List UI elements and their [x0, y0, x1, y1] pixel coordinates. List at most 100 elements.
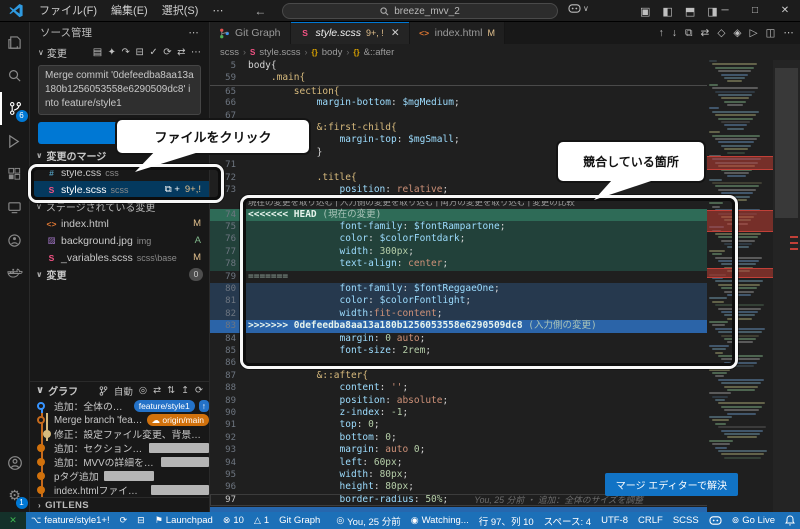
- menu-item-2[interactable]: 選択(S): [155, 0, 206, 22]
- breadcrumb-item[interactable]: &::after: [364, 47, 395, 58]
- statusbar-item-CRLF[interactable]: CRLF: [633, 512, 668, 529]
- statusbar-item-layers[interactable]: ⊟: [132, 512, 150, 529]
- branch-pill[interactable]: feature/style1: [133, 400, 195, 412]
- open-changes-icon[interactable]: ⧉: [685, 27, 693, 40]
- file-row-style.css[interactable]: # style.css css: [30, 164, 209, 181]
- minimap[interactable]: [707, 60, 773, 512]
- tab-Git Graph[interactable]: Git Graph: [210, 22, 291, 44]
- file-row-_variables.scss[interactable]: S _variables.scss scss\base M: [30, 249, 209, 266]
- statusbar-item-copilot[interactable]: [704, 512, 727, 529]
- commit-check-icon[interactable]: ✓: [149, 47, 157, 58]
- close-button[interactable]: ✕: [770, 0, 800, 22]
- side-diff-icon[interactable]: ◈: [733, 27, 741, 39]
- sparkle-icon[interactable]: ✦: [108, 47, 116, 58]
- swap-icon[interactable]: ⇅: [167, 385, 175, 396]
- statusbar-item-Launchpad[interactable]: ⚑ Launchpad: [150, 512, 218, 529]
- statusbar-item-スペース: 4[interactable]: スペース: 4: [539, 512, 596, 529]
- commit-message-input[interactable]: Merge commit '0defeedba8aa13a180b1256053…: [38, 65, 201, 115]
- command-center-search[interactable]: breeze_mvv_2: [282, 3, 558, 19]
- split-editor-icon[interactable]: ◫: [766, 27, 776, 39]
- menu-item-0[interactable]: ファイル(F): [32, 0, 104, 22]
- statusbar-item-1[interactable]: △ 1: [249, 512, 274, 529]
- resolve-in-merge-editor-button[interactable]: マージ エディターで解決: [604, 473, 738, 496]
- commit-row[interactable]: pタグ追加: [30, 469, 209, 483]
- live-share-icon[interactable]: [0, 224, 30, 257]
- breadcrumb-item[interactable]: style.scss: [259, 47, 300, 58]
- statusbar-item-sync[interactable]: ⟳: [115, 512, 133, 529]
- statusbar-item-行 97、列 10[interactable]: 行 97、列 10: [474, 512, 539, 529]
- extensions-icon[interactable]: [0, 158, 30, 191]
- statusbar-item-You, 25 分前[interactable]: ◎ You, 25 分前: [331, 512, 405, 529]
- run-file-icon[interactable]: ▷: [750, 27, 758, 39]
- toggle-panel-icon[interactable]: ⬒: [685, 5, 695, 18]
- swap-sides-icon[interactable]: ⇄: [701, 27, 710, 39]
- line-number: 65: [225, 86, 236, 97]
- more-icon[interactable]: ⋯: [191, 47, 201, 58]
- statusbar-item-10[interactable]: ⊗ 10: [218, 512, 249, 529]
- toggle-sidebar-icon[interactable]: ◧: [662, 5, 672, 18]
- source-control-icon[interactable]: 6: [0, 92, 30, 125]
- statusbar-item-Go Live[interactable]: ⊚ Go Live: [727, 512, 780, 529]
- view-as-tree-icon[interactable]: ▤: [93, 47, 102, 58]
- commit-row[interactable]: 追加：セクション追加: [30, 441, 209, 455]
- docker-icon[interactable]: [0, 257, 30, 290]
- explorer-icon[interactable]: [0, 26, 30, 59]
- search-icon[interactable]: [0, 59, 30, 92]
- menu-item-3[interactable]: ⋯: [205, 0, 230, 22]
- settings-gear-icon[interactable]: ⚙ 1: [0, 479, 30, 512]
- tab-style.scss[interactable]: Sstyle.scss 9+, ! ✕: [290, 22, 410, 44]
- refresh-icon[interactable]: ⟳: [163, 47, 171, 58]
- scrollbar[interactable]: [773, 60, 800, 512]
- breadcrumb-item[interactable]: body: [322, 47, 343, 58]
- branch-pill[interactable]: ☁ origin/main: [146, 414, 209, 426]
- chevron-down-icon[interactable]: ∨: [38, 48, 44, 57]
- statusbar-item-SCSS[interactable]: SCSS: [668, 512, 704, 529]
- statusbar-item-UTF-8[interactable]: UTF-8: [596, 512, 633, 529]
- auto-label[interactable]: 自動: [114, 384, 133, 398]
- customize-layout-icon[interactable]: ▣: [640, 5, 650, 18]
- menu-item-1[interactable]: 編集(E): [104, 0, 155, 22]
- file-row-index.html[interactable]: <> index.html M: [30, 215, 209, 232]
- compare-icon[interactable]: ⇄: [177, 47, 185, 58]
- prev-conflict-icon[interactable]: ↑: [659, 27, 664, 39]
- push-icon[interactable]: ↥: [181, 385, 189, 396]
- statusbar-item-bell[interactable]: [780, 512, 800, 529]
- section-changes[interactable]: ∨ 変更 0: [30, 266, 209, 283]
- stash-icon[interactable]: ⊟: [135, 47, 143, 58]
- maximize-button[interactable]: □: [740, 0, 770, 22]
- file-status-badge: M: [193, 218, 201, 229]
- nav-back-icon[interactable]: ←: [254, 4, 266, 18]
- tab-close-icon[interactable]: ✕: [391, 27, 400, 39]
- file-row-style.scss[interactable]: Sstyle.scss scss ⧉ + 9+,!: [30, 181, 209, 198]
- account-icon[interactable]: [0, 446, 30, 479]
- more-actions-icon[interactable]: ⋯: [189, 27, 200, 39]
- codelens-actions[interactable]: 現在の変更を取り込む | 入力側の変更を取り込む | 両方の変更を取り込む | …: [210, 196, 773, 208]
- remote-indicator[interactable]: ✕: [0, 512, 26, 529]
- commit-row[interactable]: 追加：MVVの詳細を追加: [30, 455, 209, 469]
- commit-row[interactable]: 追加：全体のサイ...feature/style1↑: [30, 399, 209, 413]
- statusbar-item-Git Graph[interactable]: Git Graph: [274, 512, 325, 529]
- refresh-icon[interactable]: ⟳: [195, 385, 203, 396]
- inline-diff-icon[interactable]: ◇: [717, 27, 725, 39]
- commit-row[interactable]: 修正：設定ファイル変更、背景色変更...: [30, 427, 209, 441]
- remote-explorer-icon[interactable]: [0, 191, 30, 224]
- commit-graph-icon[interactable]: ↷: [122, 47, 130, 58]
- target-icon[interactable]: ◎: [139, 385, 147, 396]
- commit-row[interactable]: index.htmlファイル作成: [30, 483, 209, 497]
- compare-icon[interactable]: ⇄: [153, 385, 161, 396]
- scrollbar-thumb[interactable]: [775, 68, 798, 218]
- statusbar-item-feature/style1+![interactable]: ⌥ feature/style1+!: [26, 512, 115, 529]
- section-staged-changes[interactable]: ∨ ステージされている変更: [30, 198, 209, 215]
- minimize-button[interactable]: ─: [710, 0, 740, 22]
- more-icon[interactable]: ⋯: [784, 27, 795, 39]
- copilot-menu[interactable]: ∨: [568, 3, 589, 14]
- statusbar-item-Watching...[interactable]: ◉ Watching...: [406, 512, 474, 529]
- breadcrumb-item[interactable]: scss: [220, 47, 239, 58]
- tab-index.html[interactable]: <> index.html M: [409, 22, 505, 44]
- commit-row[interactable]: Merge branch 'featur... ☁ origin/main: [30, 413, 209, 427]
- run-debug-icon[interactable]: [0, 125, 30, 158]
- next-conflict-icon[interactable]: ↓: [672, 27, 677, 39]
- file-row-background.jpg[interactable]: ▨ background.jpg img A: [30, 232, 209, 249]
- breadcrumb[interactable]: scss › Sstyle.scss ›{} body ›{} &::after: [210, 44, 800, 60]
- gitlens-section[interactable]: › GITLENS: [30, 497, 209, 512]
